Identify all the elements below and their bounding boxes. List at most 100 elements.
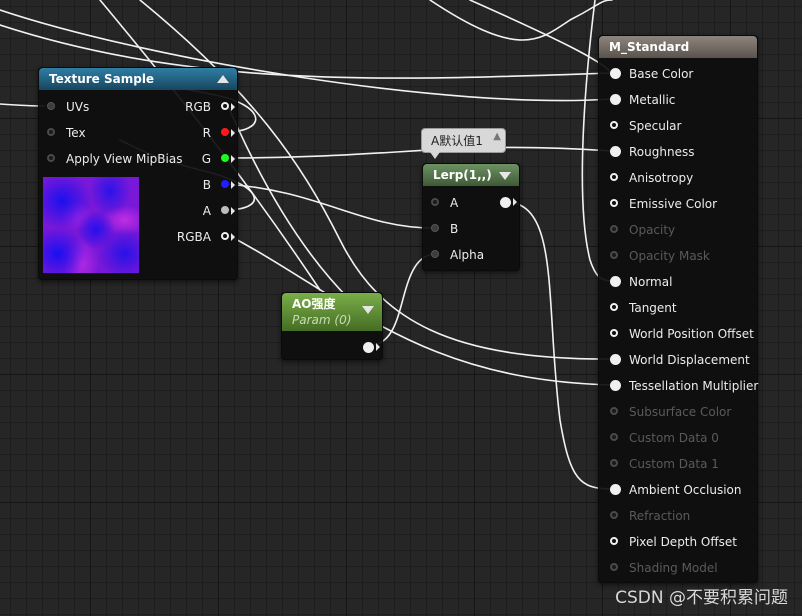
a-pin-icon[interactable] — [221, 206, 229, 214]
material-pin-label: Emissive Color — [629, 197, 718, 211]
pin-label-r: R — [202, 126, 211, 140]
ambient-occlusion-pin-icon[interactable] — [610, 484, 621, 495]
metallic-pin-icon[interactable] — [610, 94, 621, 105]
output-pin-icon[interactable] — [363, 342, 374, 353]
wire-lerp-to-ao — [504, 201, 613, 490]
rgba-pin-icon[interactable] — [221, 232, 229, 240]
expand-arrow-icon[interactable] — [362, 306, 374, 314]
material-pin-label: Shading Model — [629, 561, 718, 575]
normal-pin-icon[interactable] — [610, 276, 621, 287]
material-pin-label: Opacity Mask — [629, 249, 710, 263]
b-pin-icon[interactable] — [221, 180, 229, 188]
world-position-offset-pin-icon[interactable] — [610, 329, 618, 337]
mipbias-pin-icon[interactable] — [47, 154, 55, 162]
pin-a[interactable]: A — [169, 201, 235, 221]
a-pin-icon[interactable] — [431, 198, 439, 206]
uvs-pin-icon[interactable] — [47, 102, 55, 110]
rgb-pin-icon[interactable] — [221, 102, 229, 110]
collapse-arrow-icon[interactable] — [217, 75, 229, 83]
ao-param-output-pin[interactable] — [354, 337, 380, 357]
texture-sample-header[interactable]: Texture Sample — [39, 68, 237, 90]
pin-rgb[interactable]: RGB — [169, 97, 235, 117]
pin-label-rgba: RGBA — [176, 230, 211, 244]
roughness-pin-icon[interactable] — [610, 146, 621, 157]
base-color-pin-icon[interactable] — [610, 68, 621, 79]
material-pin-label: Specular — [629, 119, 682, 133]
lerp-label-a: A — [450, 196, 459, 210]
output-arrow-icon — [513, 198, 517, 206]
subsurface-color-pin-icon[interactable] — [610, 407, 618, 415]
material-pin-label: Ambient Occlusion — [629, 483, 742, 497]
pin-label-b: B — [202, 178, 211, 192]
emissive-color-pin-icon[interactable] — [610, 199, 618, 207]
material-pin-label: Metallic — [629, 93, 676, 107]
material-pin-label: Tangent — [629, 301, 677, 315]
material-title: M_Standard — [609, 40, 690, 54]
watermark: CSDN @不要积累问题 — [615, 588, 788, 608]
pixel-depth-offset-pin-icon[interactable] — [610, 537, 618, 545]
pin-icon[interactable]: ▲ — [493, 132, 501, 142]
output-pin-icon[interactable] — [500, 197, 511, 208]
material-pin-label: World Displacement — [629, 353, 750, 367]
tangent-pin-icon[interactable] — [610, 303, 618, 311]
ao-param-subtitle: Param (0) — [292, 313, 352, 327]
pin-label-mipbias: Apply View MipBias — [66, 152, 183, 166]
pin-label-uvs: UVs — [66, 100, 90, 114]
custom-data-0-pin-icon[interactable] — [610, 433, 618, 441]
lerp-output-pin[interactable] — [491, 192, 517, 212]
alpha-pin-icon[interactable] — [431, 250, 439, 258]
material-pin-label: Pixel Depth Offset — [629, 535, 737, 549]
ao-param-header[interactable]: AO强度 Param (0) — [282, 293, 382, 331]
comment-text: A默认值1 — [431, 134, 483, 148]
material-pin-label: Base Color — [629, 67, 694, 81]
texture-preview-thumbnail — [43, 177, 139, 273]
opacity-pin-icon[interactable] — [610, 225, 618, 233]
lerp-header[interactable]: Lerp(1,,) — [423, 164, 519, 186]
g-pin-icon[interactable] — [221, 154, 229, 162]
pin-b[interactable]: B — [169, 175, 235, 195]
lerp-label-b: B — [450, 222, 459, 236]
custom-data-1-pin-icon[interactable] — [610, 459, 618, 467]
output-arrow-icon — [231, 103, 235, 111]
r-pin-icon[interactable] — [221, 128, 229, 136]
pin-r[interactable]: R — [169, 123, 235, 143]
expand-arrow-icon[interactable] — [499, 172, 511, 180]
pin-rgba[interactable]: RGBA — [169, 227, 235, 247]
tex-pin-icon[interactable] — [47, 128, 55, 136]
refraction-pin-icon[interactable] — [610, 511, 618, 519]
opacity-mask-pin-icon[interactable] — [610, 251, 618, 259]
anisotropy-pin-icon[interactable] — [610, 173, 618, 181]
output-arrow-icon — [376, 343, 380, 351]
pin-label-a: A — [202, 204, 211, 218]
material-result-node[interactable]: M_Standard Base Color Metallic Specular Rou… — [598, 35, 758, 583]
wire-offscreen-5 — [429, 0, 613, 41]
material-header[interactable]: M_Standard — [599, 36, 757, 58]
specular-pin-icon[interactable] — [610, 121, 618, 129]
material-pin-label: Roughness — [629, 145, 695, 159]
shading-model-pin-icon[interactable] — [610, 563, 618, 571]
material-pin-label: Custom Data 0 — [629, 431, 719, 445]
ao-param-node[interactable]: AO强度 Param (0) — [281, 292, 383, 360]
texture-sample-title: Texture Sample — [49, 72, 155, 86]
output-arrow-icon — [231, 129, 235, 137]
output-arrow-icon — [231, 233, 235, 241]
world-displacement-pin-icon[interactable] — [610, 354, 621, 365]
lerp-title: Lerp(1,,) — [433, 168, 492, 182]
lerp-comment-bubble[interactable]: A默认值1 ▲ — [421, 128, 506, 159]
material-pin-label: World Position Offset — [629, 327, 754, 341]
wire-offscreen-7 — [469, 0, 613, 74]
wire-rgb-down — [227, 105, 351, 301]
ao-param-title: AO强度 — [292, 297, 336, 311]
texture-sample-node[interactable]: Texture Sample UVs Tex Apply View MipBia… — [38, 67, 238, 280]
lerp-node[interactable]: Lerp(1,,) A B Alpha — [422, 163, 520, 271]
tessellation-multiplier-pin-icon[interactable] — [610, 380, 621, 391]
wire-g-to-roughness — [223, 146, 613, 159]
material-pin-label: Opacity — [629, 223, 676, 237]
material-pin-label: Tessellation Multiplier — [629, 379, 759, 393]
b-pin-icon[interactable] — [431, 224, 439, 232]
pin-label-rgb: RGB — [185, 100, 211, 114]
pin-g[interactable]: G — [169, 149, 235, 169]
output-arrow-icon — [231, 207, 235, 215]
material-pin-label: Refraction — [629, 509, 691, 523]
material-pin-label: Anisotropy — [629, 171, 694, 185]
